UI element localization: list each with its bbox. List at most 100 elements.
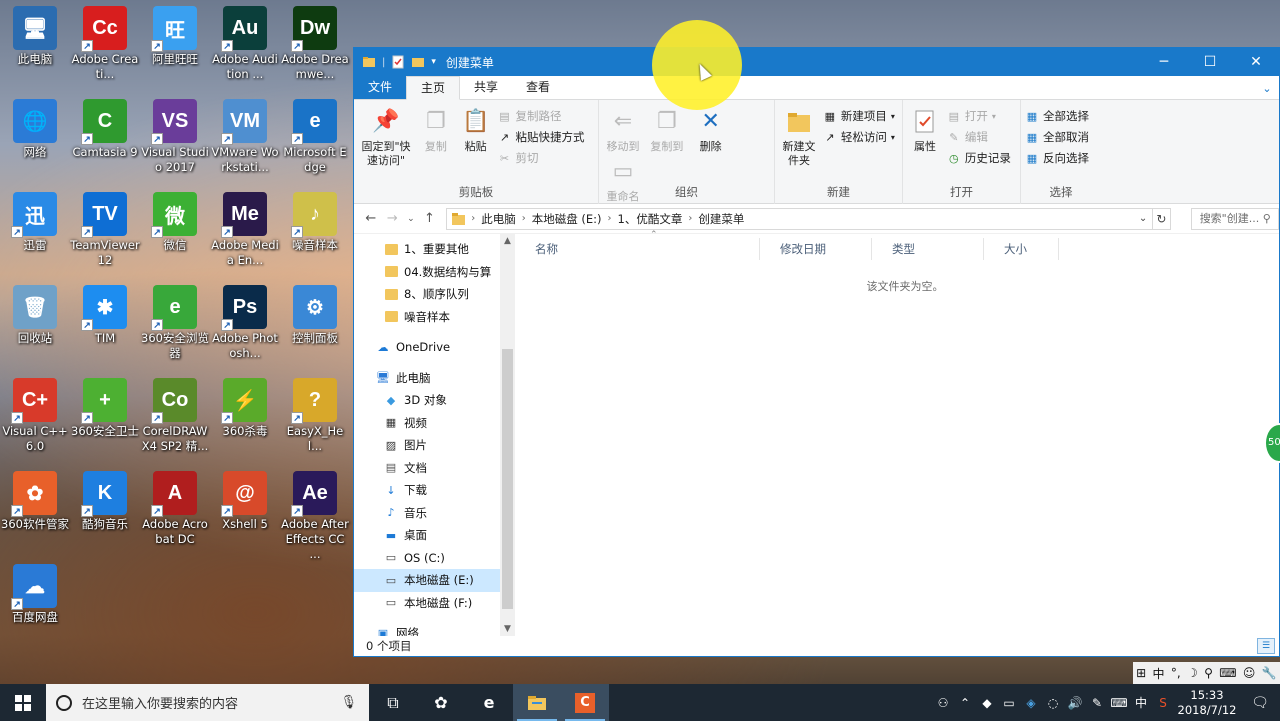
volume-icon[interactable]: 🔊 <box>1064 696 1086 710</box>
copy-button[interactable]: ❐ 复制 <box>418 104 454 154</box>
column-date-modified[interactable]: 修改日期 <box>760 238 872 260</box>
address-dropdown-icon[interactable]: ⌄ <box>1134 213 1152 224</box>
paste-shortcut-button[interactable]: ↗ 粘贴快捷方式 <box>497 127 585 148</box>
desktop-icon[interactable]: C+ ↗ Visual C++ 6.0 <box>0 372 70 462</box>
breadcrumb-drive-e[interactable]: 本地磁盘 (E:) <box>526 211 608 227</box>
desktop-icon[interactable]: VM ↗ VMware Workstati... <box>210 93 280 183</box>
nav-item[interactable]: ◆ 3D 对象 <box>354 389 500 412</box>
clock[interactable]: 15:33 2018/7/12 <box>1174 688 1240 718</box>
desktop-icon[interactable]: 🌐 网络 <box>0 93 70 183</box>
delete-button[interactable]: ✕ 删除 <box>691 104 731 154</box>
nav-item[interactable]: ▭ 本地磁盘 (F:) <box>354 592 500 615</box>
wrench-icon[interactable]: 🔧 <box>1262 666 1277 680</box>
desktop-icon[interactable]: ? ↗ EasyX_Hel... <box>280 372 350 462</box>
desktop-icon[interactable]: 微 ↗ 微信 <box>140 186 210 276</box>
properties-button[interactable]: 属性 <box>907 104 943 154</box>
tab-share[interactable]: 共享 <box>460 76 512 99</box>
scroll-down-icon[interactable]: ▼ <box>500 624 515 634</box>
paste-button[interactable]: 📋 粘贴 <box>458 104 494 154</box>
new-item-button[interactable]: ▦ 新建项目 ▾ <box>823 106 895 127</box>
invert-selection-button[interactable]: ▦ 反向选择 <box>1025 148 1089 169</box>
search-input[interactable]: 搜索"创建... ⚲ <box>1190 207 1279 230</box>
column-type[interactable]: 类型 <box>872 238 984 260</box>
pin-quick-access-button[interactable]: 📌 固定到"快速访问" <box>358 104 414 168</box>
minimize-button[interactable]: ─ <box>1141 48 1187 76</box>
nav-item[interactable]: 1、重要其他 <box>354 238 500 261</box>
up-arrow-icon[interactable]: ↑ <box>419 211 441 226</box>
desktop-icon[interactable]: e ↗ Microsoft Edge <box>280 93 350 183</box>
desktop-icon[interactable]: 🖥 此电脑 <box>0 0 70 90</box>
new-folder-button[interactable]: 新建文件夹 <box>779 104 819 168</box>
select-none-button[interactable]: ▦ 全部取消 <box>1025 127 1089 148</box>
keyboard-icon[interactable]: ⌨ <box>1108 696 1130 710</box>
open-button[interactable]: ▤ 打开 ▾ <box>947 106 1011 127</box>
pinwheel-app-icon[interactable]: ✿ <box>417 684 465 721</box>
file-explorer-taskbar-icon[interactable] <box>513 684 561 721</box>
copy-to-button[interactable]: ❐ 复制到 <box>647 104 687 154</box>
desktop-icon[interactable]: 旺 ↗ 阿里旺旺 <box>140 0 210 90</box>
desktop-icon[interactable]: VS ↗ Visual Studio 2017 <box>140 93 210 183</box>
desktop-icon[interactable]: ☁ ↗ 百度网盘 <box>0 558 70 648</box>
punctuation-icon[interactable]: °, <box>1171 666 1181 680</box>
desktop-icon[interactable]: 🗑 回收站 <box>0 279 70 369</box>
history-button[interactable]: ◷ 历史记录 <box>947 148 1011 169</box>
pen-icon[interactable]: ✎ <box>1086 696 1108 710</box>
wifi-icon[interactable]: ◌ <box>1042 696 1064 710</box>
recent-locations-icon[interactable]: ⌄ <box>403 214 419 224</box>
windows-logo-icon[interactable]: ⊞ <box>1136 666 1146 680</box>
start-windows-icon[interactable] <box>0 684 46 721</box>
action-center-icon[interactable]: 🗨 <box>1240 695 1280 711</box>
nav-item[interactable]: ♪ 音乐 <box>354 502 500 525</box>
move-to-button[interactable]: ⇐ 移动到 <box>603 104 643 154</box>
nav-item[interactable]: 噪音样本 <box>354 306 500 329</box>
cut-button[interactable]: ✂ 剪切 <box>497 148 584 169</box>
ime-indicator[interactable]: 中 <box>1130 694 1152 711</box>
desktop-icon[interactable]: Ae ↗ Adobe After Effects CC ... <box>280 465 350 561</box>
customize-qat-icon[interactable]: ▾ <box>431 57 436 67</box>
ime-mode[interactable]: 中 <box>1153 665 1165 682</box>
desktop-icon[interactable]: e ↗ 360安全浏览器 <box>140 279 210 369</box>
taskbar-search-input[interactable]: 在这里输入你要搜索的内容 🎙 <box>46 684 369 721</box>
show-hidden-icons-icon[interactable]: ⌃ <box>954 696 976 710</box>
tab-file[interactable]: 文件 <box>354 75 407 99</box>
back-arrow-icon[interactable]: ← <box>360 211 382 226</box>
desktop-icon[interactable]: TV ↗ TeamViewer 12 <box>70 186 140 276</box>
nav-item[interactable]: ▤ 文档 <box>354 457 500 480</box>
nav-item[interactable]: ▣ 网络 <box>354 622 500 636</box>
desktop-icon[interactable]: K ↗ 酷狗音乐 <box>70 465 140 555</box>
edge-browser-icon[interactable]: e <box>465 684 513 721</box>
desktop-icon[interactable]: ♪ ↗ 噪音样本 <box>280 186 350 276</box>
pin-icon[interactable]: ⚲ <box>1204 666 1213 680</box>
desktop-icon[interactable]: 迅 ↗ 迅雷 <box>0 186 70 276</box>
desktop-icon[interactable]: Au ↗ Adobe Audition ... <box>210 0 280 90</box>
screen-icon[interactable]: ▭ <box>998 696 1020 710</box>
sogou-icon[interactable]: S <box>1152 696 1174 710</box>
nav-item[interactable]: ☁ OneDrive <box>354 336 500 359</box>
desktop-icon[interactable]: @ ↗ Xshell 5 <box>210 465 280 555</box>
desktop-icon[interactable]: C ↗ Camtasia 9 <box>70 93 140 183</box>
file-list[interactable]: ⌃ 名称 修改日期 类型 大小 该文件夹为空。 <box>515 230 1279 636</box>
nav-item[interactable]: ▬ 桌面 <box>354 524 500 547</box>
new-folder-icon[interactable] <box>411 55 425 69</box>
column-size[interactable]: 大小 <box>984 238 1059 260</box>
forward-arrow-icon[interactable]: → <box>382 211 404 226</box>
edit-button[interactable]: ✎ 编辑 <box>947 127 1011 148</box>
desktop-icon[interactable]: ⚙ 控制面板 <box>280 279 350 369</box>
nav-item[interactable]: ▨ 图片 <box>354 434 500 457</box>
moon-icon[interactable]: ☽ <box>1187 666 1198 680</box>
easy-access-button[interactable]: ↗ 轻松访问 ▾ <box>823 127 895 148</box>
desktop-icon[interactable]: Dw ↗ Adobe Dreamwe... <box>280 0 350 90</box>
close-button[interactable]: ✕ <box>1233 48 1279 76</box>
refresh-icon[interactable]: ↻ <box>1153 207 1171 230</box>
nav-item[interactable]: 8、顺序队列 <box>354 283 500 306</box>
desktop-icon[interactable]: ⚡ ↗ 360杀毒 <box>210 372 280 462</box>
desktop-icon[interactable]: ✱ ↗ TIM <box>70 279 140 369</box>
desktop-icon[interactable]: Ps ↗ Adobe Photosh... <box>210 279 280 369</box>
nav-item[interactable]: ▭ OS (C:) <box>354 547 500 570</box>
copy-path-button[interactable]: ▤ 复制路径 <box>497 106 584 127</box>
select-all-button[interactable]: ▦ 全部选择 <box>1025 106 1089 127</box>
title-bar[interactable]: | ▾ 创建菜单 ─ ☐ ✕ <box>354 48 1279 76</box>
nav-item[interactable]: 🖥 此电脑 <box>354 367 500 390</box>
expand-ribbon-icon[interactable]: ⌄ <box>1255 82 1279 99</box>
address-bar[interactable]: › 此电脑 › 本地磁盘 (E:) › 1、优酷文章 › 创建菜单 ⌄ <box>446 207 1154 230</box>
